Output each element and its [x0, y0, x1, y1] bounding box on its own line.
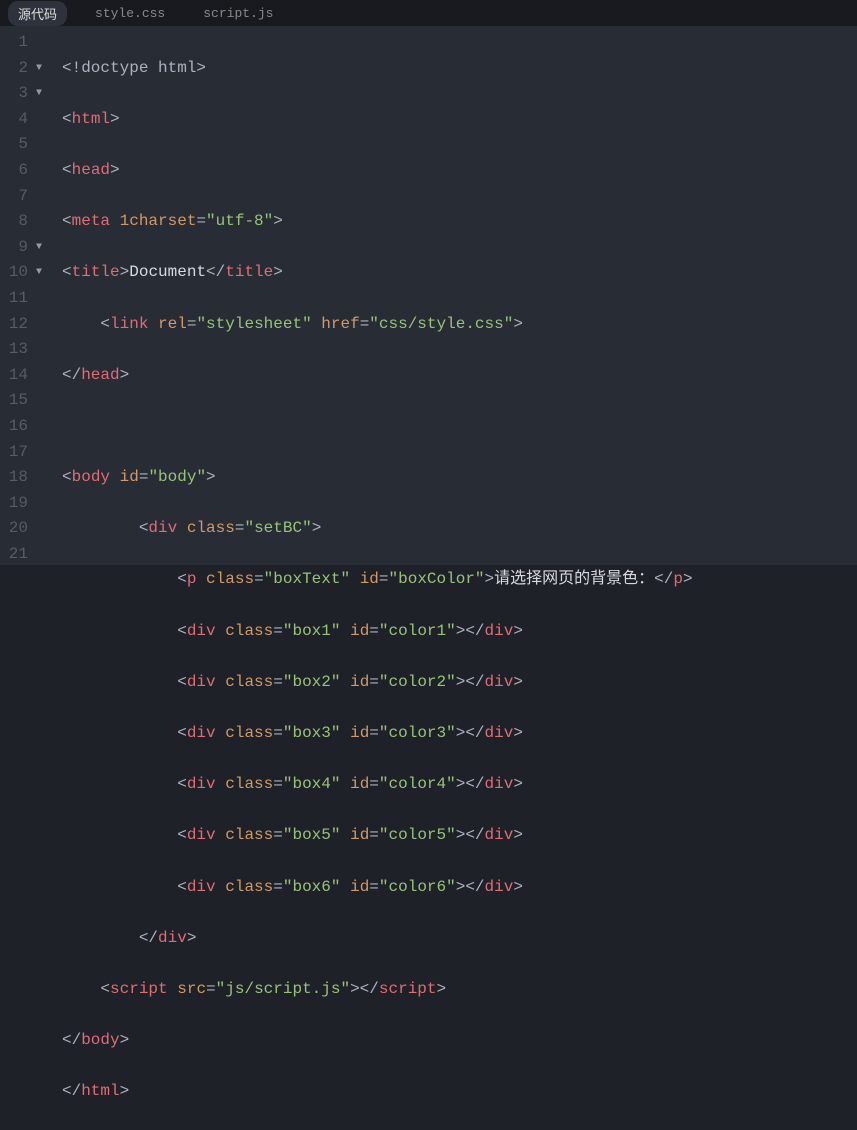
code-area[interactable]: <!doctype html> <html> <head> <meta 1cha… — [52, 26, 857, 565]
line-number[interactable]: 13 — [0, 337, 42, 363]
code-line[interactable]: <div class="setBC"> — [62, 516, 857, 542]
line-number[interactable]: 10▼ — [0, 260, 42, 286]
line-number[interactable]: 15 — [0, 388, 42, 414]
code-line[interactable]: <p class="boxText" id="boxColor">请选择网页的背… — [62, 567, 857, 593]
code-line[interactable]: <div class="box4" id="color4"></div> — [62, 772, 857, 798]
line-number[interactable]: 14 — [0, 363, 42, 389]
code-line[interactable]: <head> — [62, 158, 857, 184]
code-line[interactable]: </html> — [62, 1079, 857, 1105]
fold-icon: ▼ — [32, 81, 42, 107]
fold-icon: ▼ — [32, 260, 42, 286]
line-number[interactable]: 3▼ — [0, 81, 42, 107]
line-number[interactable]: 8 — [0, 209, 42, 235]
gutter: 1 2▼ 3▼ 4 5 6 7 8 9▼ 10▼ 11 12 13 14 15 … — [0, 26, 52, 565]
code-line[interactable]: <link rel="stylesheet" href="css/style.c… — [62, 312, 857, 338]
line-number[interactable]: 6 — [0, 158, 42, 184]
code-line[interactable]: <div class="box6" id="color6"></div> — [62, 875, 857, 901]
line-number[interactable]: 4 — [0, 107, 42, 133]
tab-source[interactable]: 源代码 — [8, 1, 67, 26]
code-line[interactable] — [62, 414, 857, 440]
line-number[interactable]: 5 — [0, 132, 42, 158]
code-line[interactable]: <body id="body"> — [62, 465, 857, 491]
code-line[interactable]: </head> — [62, 363, 857, 389]
code-editor[interactable]: 1 2▼ 3▼ 4 5 6 7 8 9▼ 10▼ 11 12 13 14 15 … — [0, 26, 857, 565]
line-number[interactable]: 1 — [0, 30, 42, 56]
line-number[interactable]: 2▼ — [0, 56, 42, 82]
code-line[interactable]: <script src="js/script.js"></script> — [62, 977, 857, 1003]
code-line[interactable]: <!doctype html> — [62, 56, 857, 82]
code-line[interactable]: <meta 1charset="utf-8"> — [62, 209, 857, 235]
code-line[interactable]: </div> — [62, 926, 857, 952]
code-line[interactable]: <div class="box1" id="color1"></div> — [62, 619, 857, 645]
line-number[interactable]: 19 — [0, 491, 42, 517]
line-number[interactable]: 17 — [0, 440, 42, 466]
code-line[interactable]: <div class="box2" id="color2"></div> — [62, 670, 857, 696]
line-number[interactable]: 18 — [0, 465, 42, 491]
code-line[interactable]: </body> — [62, 1028, 857, 1054]
tab-bar: 源代码 style.css script.js — [0, 0, 857, 26]
line-number[interactable]: 7 — [0, 184, 42, 210]
line-number[interactable]: 20 — [0, 516, 42, 542]
fold-icon: ▼ — [32, 56, 42, 82]
line-number[interactable]: 11 — [0, 286, 42, 312]
code-line[interactable]: <html> — [62, 107, 857, 133]
line-number[interactable]: 21 — [0, 542, 42, 568]
tab-style-css[interactable]: style.css — [85, 3, 175, 24]
tab-script-js[interactable]: script.js — [193, 3, 283, 24]
line-number[interactable]: 12 — [0, 312, 42, 338]
code-line[interactable]: <div class="box5" id="color5"></div> — [62, 823, 857, 849]
fold-icon: ▼ — [32, 235, 42, 261]
code-line[interactable]: <div class="box3" id="color3"></div> — [62, 721, 857, 747]
line-number[interactable]: 9▼ — [0, 235, 42, 261]
code-line[interactable]: <title>Document</title> — [62, 260, 857, 286]
line-number[interactable]: 16 — [0, 414, 42, 440]
